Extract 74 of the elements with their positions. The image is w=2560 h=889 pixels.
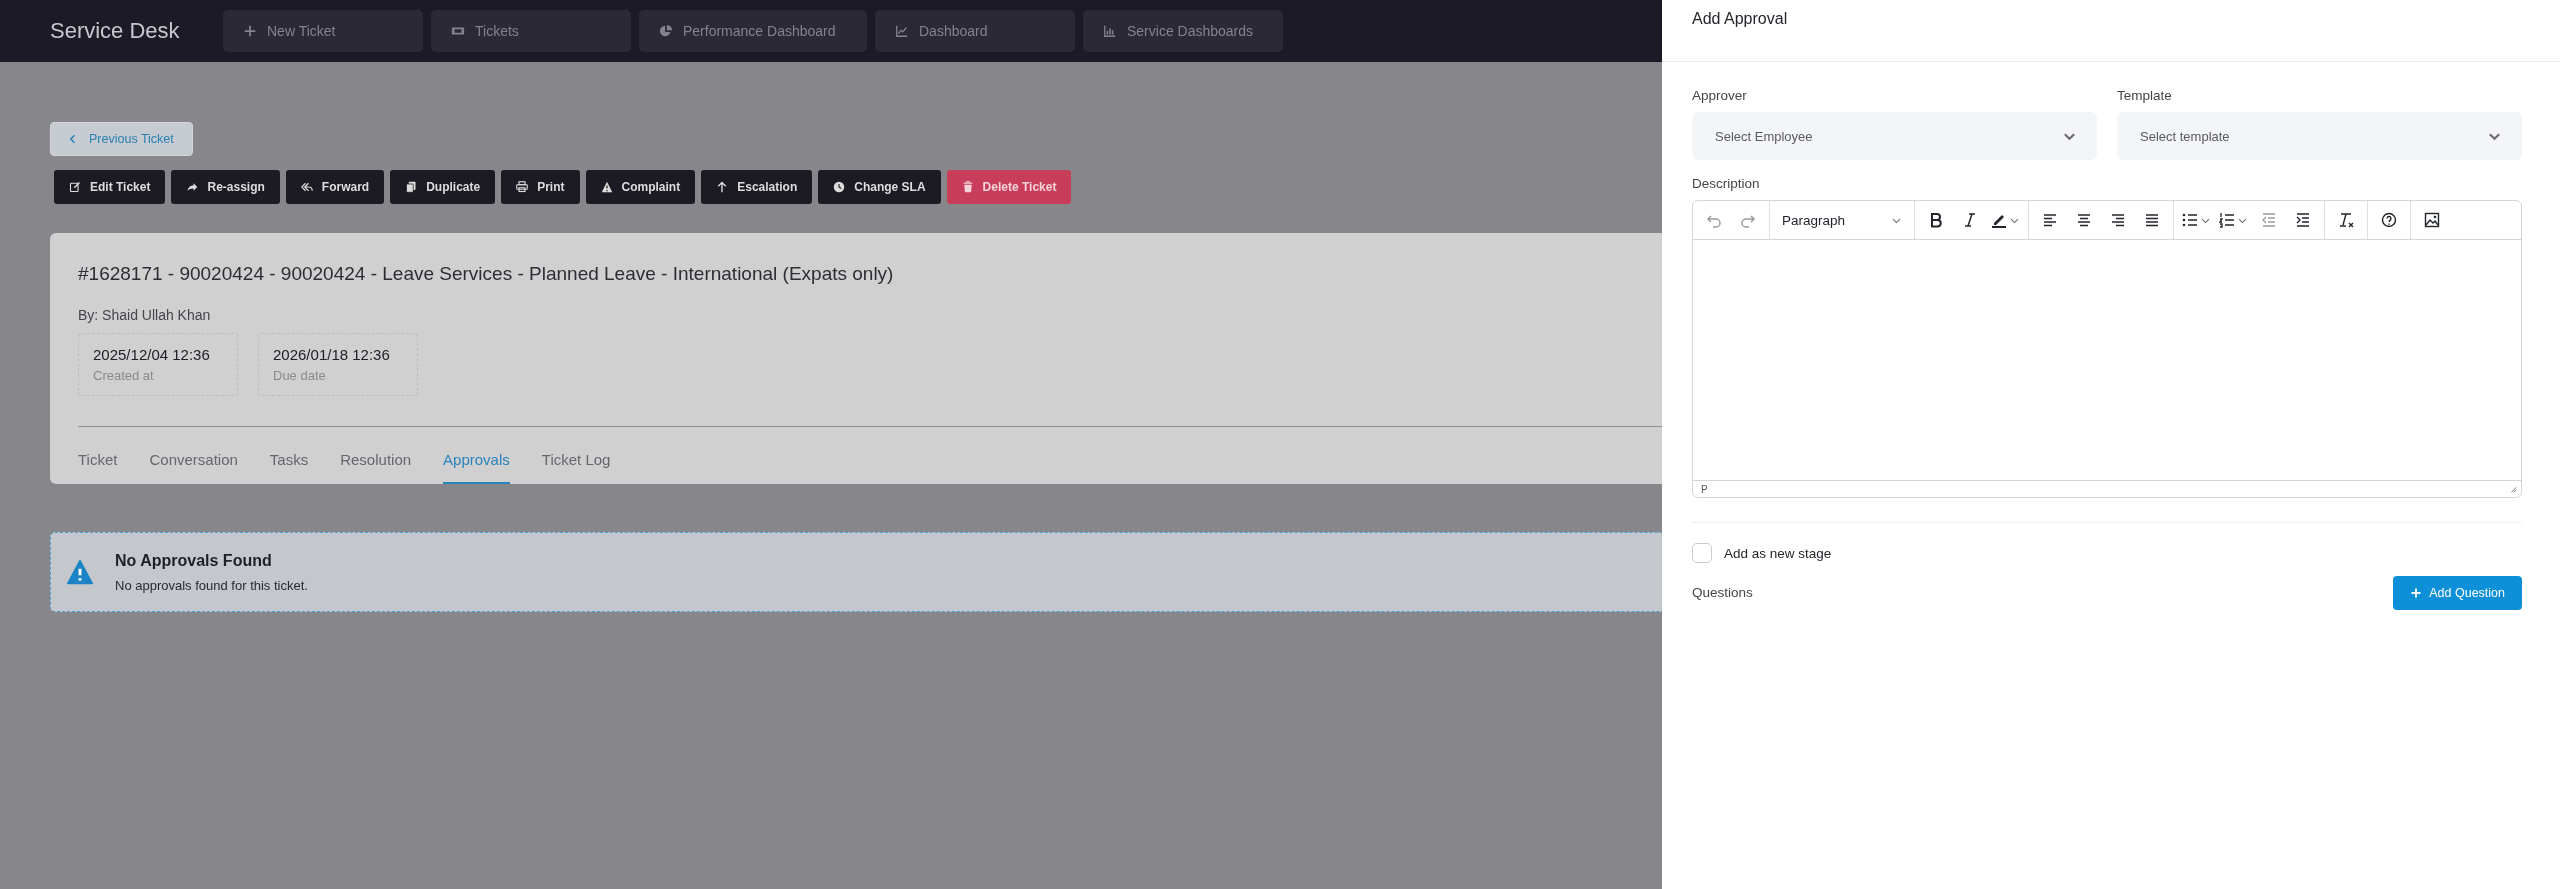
date-value: 2025/12/04 12:36 — [93, 346, 211, 363]
alert-message: No approvals found for this ticket. — [115, 577, 308, 593]
panel-title: Add Approval — [1692, 10, 1788, 27]
image-icon — [2424, 212, 2440, 228]
tab[interactable]: Tasks — [269, 437, 309, 484]
tab[interactable]: Conversation — [149, 437, 238, 484]
nav-button[interactable]: Dashboard — [875, 10, 1075, 52]
outdent-icon — [2261, 212, 2277, 228]
justify-icon — [2144, 212, 2160, 228]
nav-button[interactable]: New Ticket — [223, 10, 423, 52]
plus-icon — [243, 24, 257, 38]
action-button[interactable]: Print — [501, 170, 580, 204]
action-button[interactable]: Delete Ticket — [946, 170, 1072, 204]
action-button[interactable]: Forward — [285, 170, 385, 204]
action-button[interactable]: Duplicate — [390, 170, 496, 204]
align-left-icon — [2042, 212, 2058, 228]
date-label: Created at — [93, 368, 155, 383]
plus-icon — [2410, 587, 2423, 599]
field-label: Description — [1692, 176, 1760, 191]
nav-button[interactable]: Service Dashboards — [1083, 10, 1283, 52]
reply-all-icon — [300, 181, 313, 193]
arrow-up-icon — [716, 181, 729, 193]
pie-chart-icon — [659, 24, 673, 38]
share-arrow-icon — [186, 181, 199, 193]
date-label: Due date — [273, 368, 327, 383]
tab[interactable]: Approvals — [443, 437, 510, 484]
element-path: P — [1701, 483, 1708, 495]
select-field[interactable]: Select template — [2117, 112, 2522, 160]
ticket-author: By: Shaid Ullah Khan — [78, 307, 212, 323]
tab[interactable]: Ticket — [78, 437, 118, 484]
ticket-title: #1628171 - 90020424 - 90020424 - Leave Services - Planned Leave - International (Expats only) — [78, 263, 895, 285]
highlight-icon — [1991, 212, 2007, 228]
add-question-button[interactable]: Add Question — [2393, 576, 2522, 610]
align-right-icon — [2110, 212, 2126, 228]
previous-ticket-button[interactable]: Previous Ticket — [50, 122, 193, 156]
numbered-list-icon — [2219, 212, 2235, 228]
indent-icon — [2295, 212, 2311, 228]
resize-handle-icon[interactable] — [2509, 485, 2517, 493]
checkbox[interactable] — [1692, 543, 1712, 563]
clear-format-icon — [2338, 212, 2354, 228]
printer-icon — [516, 181, 529, 193]
section-label: Questions — [1692, 585, 1753, 600]
bar-chart-icon — [1103, 24, 1117, 38]
alert-title: No Approvals Found — [115, 551, 273, 570]
undo-icon — [1706, 212, 1722, 228]
action-button[interactable]: Edit Ticket — [54, 170, 166, 204]
block-format-dropdown[interactable]: Paragraph — [1774, 212, 1910, 228]
trash-icon — [961, 181, 974, 193]
checkbox-label: Add as new stage — [1724, 545, 1832, 561]
align-center-icon — [2076, 212, 2092, 228]
help-icon — [2381, 212, 2397, 228]
action-button[interactable]: Complaint — [585, 170, 696, 204]
nav-button[interactable]: Tickets — [431, 10, 631, 52]
edit-icon — [69, 181, 81, 193]
tab[interactable]: Resolution — [340, 437, 412, 484]
app-title[interactable]: Service Desk — [50, 18, 215, 44]
date-value: 2026/01/18 12:36 — [273, 346, 391, 363]
warning-icon — [600, 181, 613, 193]
action-button[interactable]: Change SLA — [818, 170, 941, 204]
bold-icon — [1928, 212, 1944, 228]
nav-button[interactable]: Performance Dashboard — [639, 10, 867, 52]
clock-icon — [833, 181, 846, 193]
copy-icon — [405, 181, 418, 193]
line-chart-icon — [895, 24, 909, 38]
bullet-list-icon — [2182, 212, 2198, 228]
action-button[interactable]: Escalation — [701, 170, 813, 204]
field-label: Approver — [1692, 88, 1747, 103]
field-label: Template — [2117, 88, 2172, 103]
action-button[interactable]: Re-assign — [171, 170, 280, 204]
redo-icon — [1740, 212, 1756, 228]
italic-icon — [1962, 212, 1978, 228]
select-field[interactable]: Select Employee — [1692, 112, 2097, 160]
tab[interactable]: Ticket Log — [541, 437, 611, 484]
warning-icon — [67, 559, 93, 585]
